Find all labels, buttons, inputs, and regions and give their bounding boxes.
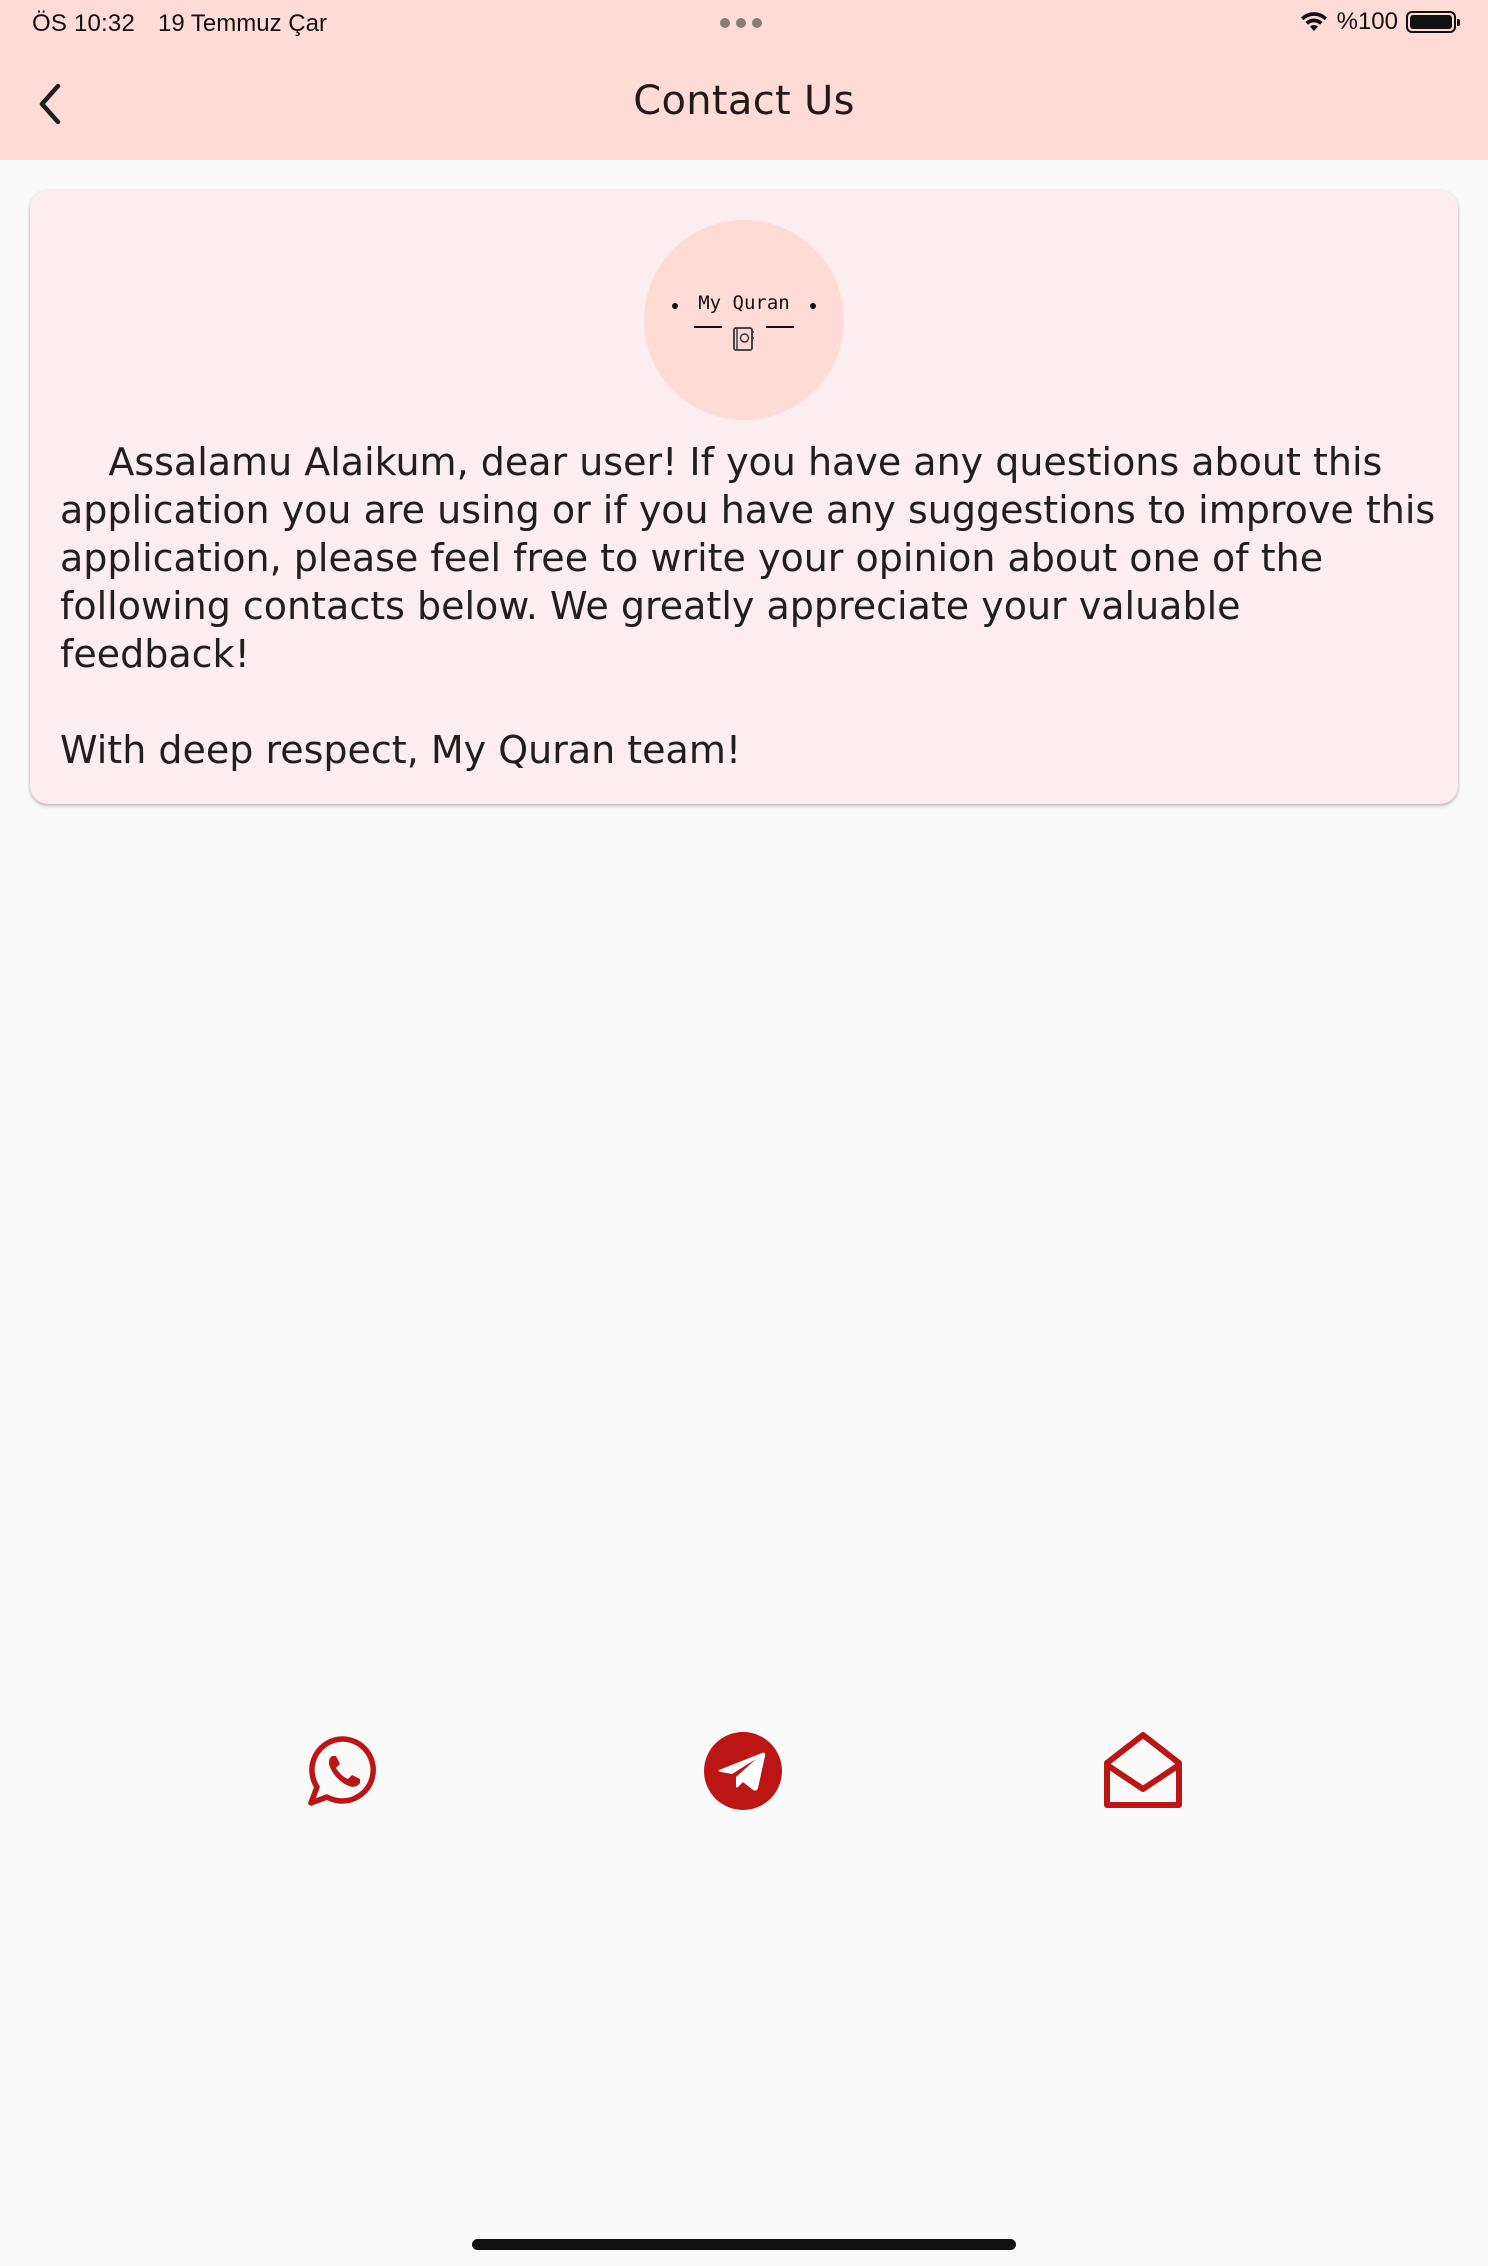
multitasking-dots-icon[interactable] (720, 18, 768, 30)
status-bar: ÖS 10:32 19 Temmuz Çar %100 (0, 0, 1488, 48)
whatsapp-icon (308, 1736, 376, 1806)
status-time: ÖS 10:32 (32, 10, 136, 37)
telegram-icon (704, 1732, 782, 1810)
contact-info-card: My Quran Assalamu Alaikum, dear user! If… (30, 190, 1458, 804)
telegram-button[interactable] (698, 1726, 788, 1816)
whatsapp-button[interactable] (298, 1726, 388, 1816)
battery-icon (1406, 11, 1460, 33)
envelope-open-icon (1104, 1732, 1182, 1808)
app-logo: My Quran (644, 220, 844, 420)
status-indicators: %100 (1299, 8, 1460, 36)
logo-line (766, 326, 794, 328)
logo-dot (810, 303, 816, 309)
app-bar: Contact Us (0, 48, 1488, 160)
wifi-icon (1299, 11, 1329, 33)
status-date: 19 Temmuz Çar (158, 10, 327, 37)
email-button[interactable] (1098, 1726, 1188, 1816)
battery-percentage: %100 (1336, 8, 1398, 35)
book-icon (733, 327, 754, 351)
page-title: Contact Us (633, 78, 855, 124)
logo-line (694, 326, 722, 328)
home-indicator[interactable] (472, 2239, 1016, 2250)
contact-message: Assalamu Alaikum, dear user! If you have… (60, 440, 1436, 772)
